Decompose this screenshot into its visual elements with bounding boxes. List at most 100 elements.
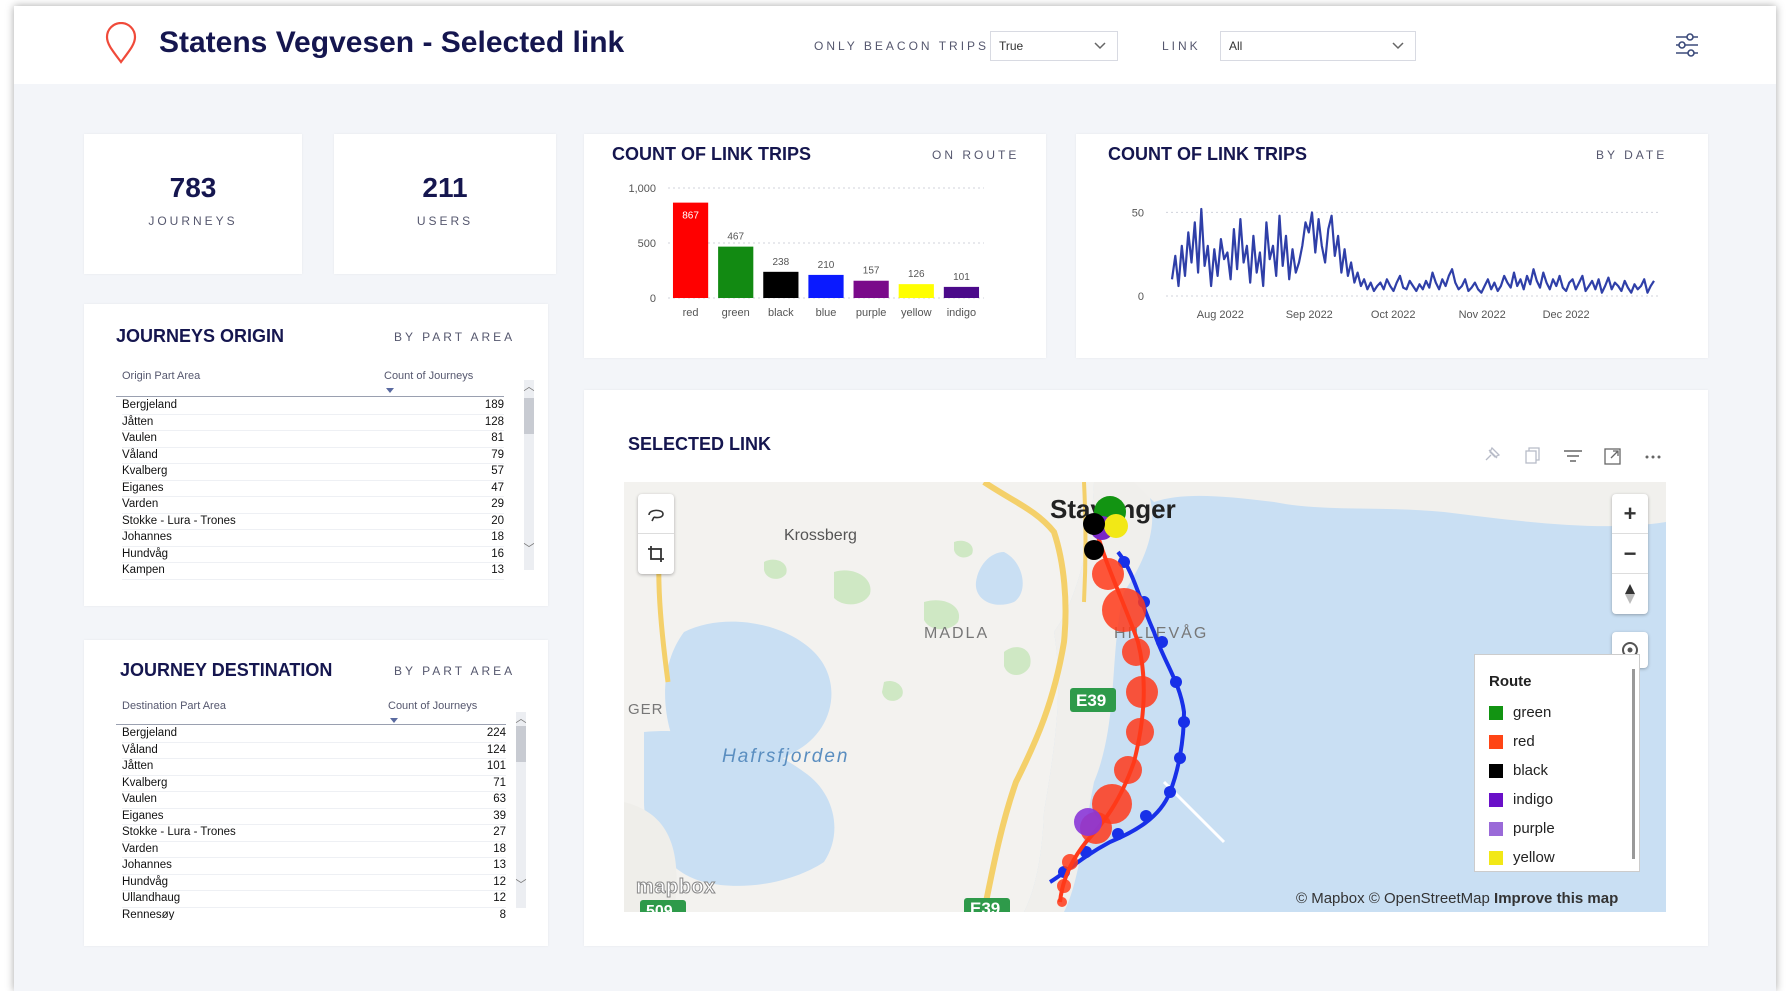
sliders-icon[interactable] [1674, 32, 1700, 58]
pin-icon[interactable] [1480, 446, 1502, 466]
data-label: 157 [863, 266, 880, 277]
y-tick-label: 50 [1132, 207, 1144, 219]
beacon-trips-select[interactable]: True [990, 31, 1118, 61]
more-options-icon[interactable] [1642, 446, 1664, 466]
data-label: 238 [773, 257, 790, 268]
destination-col-area[interactable]: Destination Part Area [122, 700, 226, 712]
road-shield-509: 509 [646, 903, 673, 912]
table-row[interactable]: Bergjeland 189 [122, 398, 504, 415]
zoom-out-button[interactable]: − [1612, 534, 1648, 574]
compass-icon[interactable] [1612, 574, 1648, 614]
table-row[interactable]: Jåtten 101 [122, 759, 506, 776]
table-row[interactable]: Eiganes 47 [122, 481, 504, 497]
legend-swatch [1489, 734, 1503, 749]
table-row[interactable]: Eiganes 39 [122, 809, 506, 825]
sort-desc-icon [390, 718, 398, 723]
bar-green [718, 246, 754, 298]
origin-table-card: JOURNEYS ORIGIN BY PART AREA Origin Part… [84, 304, 548, 606]
improve-map-link[interactable]: Improve this map [1494, 890, 1618, 907]
road-shield-e39: E39 [1076, 691, 1106, 710]
map-legend: Route green red black indigo purple yell… [1474, 654, 1640, 872]
route-chart-title: COUNT OF LINK TRIPS [612, 144, 811, 164]
bar-blue [808, 274, 844, 298]
destination-table-card: JOURNEY DESTINATION BY PART AREA Destina… [84, 640, 548, 946]
origin-table-rows: Bergjeland 189 Jåtten 128 Vaulen 81 Våland 7… [122, 398, 504, 586]
table-row[interactable]: Varden 29 [122, 497, 504, 514]
map-label-hafrsfjorden: Hafrsfjorden [722, 746, 850, 767]
road-shield-e39-lower: E39 [970, 899, 1000, 912]
focus-mode-icon[interactable] [1602, 446, 1624, 466]
legend-item[interactable]: black [1489, 756, 1625, 785]
y-tick-label: 500 [638, 238, 656, 250]
data-label: 467 [727, 232, 744, 243]
table-row[interactable]: Hundvåg 16 [122, 547, 504, 563]
scroll-down-icon[interactable]: ﹀ [515, 876, 527, 892]
link-select[interactable]: All [1220, 31, 1416, 61]
scroll-up-icon[interactable]: ︿ [515, 710, 527, 726]
origin-col-area[interactable]: Origin Part Area [122, 370, 200, 382]
map-attribution: © Mapbox © OpenStreetMap Improve this ma… [1296, 890, 1618, 907]
x-tick-label: green [722, 307, 750, 319]
x-tick-label: red [683, 307, 699, 319]
table-row[interactable]: Stokke - Lura - Trones 27 [122, 825, 506, 842]
legend-item[interactable]: green [1489, 698, 1625, 727]
table-row[interactable]: Kvalberg 57 [122, 464, 504, 481]
table-row[interactable]: Stokke - Lura - Trones 20 [122, 514, 504, 530]
route-chart-card: COUNT OF LINK TRIPS ON ROUTE 1,000 500 0 86… [584, 134, 1046, 358]
destination-col-count[interactable]: Count of Journeys [388, 700, 477, 712]
destination-table-subtitle: BY PART AREA [394, 664, 516, 678]
kpi-journeys-value: 783 [169, 172, 217, 203]
map-title: SELECTED LINK [628, 434, 772, 454]
filter-icon[interactable] [1562, 446, 1584, 466]
date-chart-card: COUNT OF LINK TRIPS BY DATE 50 0 Aug 2022 S… [1076, 134, 1708, 358]
chevron-down-icon [1094, 42, 1106, 50]
table-row[interactable]: Vaulen 63 [122, 792, 506, 809]
legend-item[interactable]: purple [1489, 814, 1625, 843]
legend-swatch [1489, 792, 1503, 807]
table-row[interactable]: Ullandhaug 12 [122, 891, 506, 908]
table-row[interactable]: Hundvåg 12 [122, 875, 506, 891]
zoom-in-button[interactable]: + [1612, 494, 1648, 534]
scroll-up-icon[interactable]: ︿ [523, 378, 535, 394]
legend-item[interactable]: yellow [1489, 843, 1625, 872]
date-line-chart[interactable]: 50 0 Aug 2022 Sep 2022 Oct 2022 Nov 2022 Dec 2… [1076, 164, 1708, 358]
scroll-down-icon[interactable]: ﹀ [523, 540, 535, 556]
table-row[interactable]: Kampen 13 [122, 563, 504, 580]
legend-item[interactable]: red [1489, 727, 1625, 756]
copy-icon[interactable] [1520, 446, 1542, 466]
table-row[interactable]: Våland 79 [122, 448, 504, 464]
attribution-text[interactable]: © Mapbox © OpenStreetMap [1296, 890, 1490, 907]
origin-scroll-thumb[interactable] [524, 398, 534, 434]
origin-col-count[interactable]: Count of Journeys [384, 370, 473, 382]
legend-swatch [1489, 763, 1503, 778]
legend-item[interactable]: indigo [1489, 785, 1625, 814]
lasso-select-icon[interactable] [638, 494, 674, 534]
header-bar: Statens Vegvesen - Selected link ONLY BE… [14, 6, 1776, 84]
x-tick-label: Sep 2022 [1286, 309, 1333, 321]
table-row[interactable]: Våland 124 [122, 743, 506, 759]
table-row[interactable]: Kvalberg 71 [122, 776, 506, 792]
table-row[interactable]: Jåtten 128 [122, 415, 504, 431]
data-label: 867 [682, 211, 699, 222]
destination-scroll-thumb[interactable] [516, 726, 526, 762]
table-row[interactable]: Johannes 13 [122, 858, 506, 875]
table-row[interactable]: Bergjeland 224 [122, 726, 506, 743]
table-row[interactable]: Varden 18 [122, 842, 506, 858]
y-tick-label: 1,000 [628, 183, 656, 195]
destination-table-title: JOURNEY DESTINATION [120, 660, 333, 680]
table-row[interactable]: Vaulen 81 [122, 431, 504, 448]
x-tick-label: indigo [947, 307, 976, 319]
table-row[interactable]: Rennesøy 8 [122, 908, 506, 921]
legend-scrollbar[interactable] [1632, 669, 1635, 859]
table-row[interactable]: Johannes 18 [122, 530, 504, 547]
filter-label-beacon: ONLY BEACON TRIPS [814, 39, 990, 53]
data-label: 126 [908, 269, 925, 280]
rect-select-icon[interactable] [638, 534, 674, 574]
kpi-users-label: USERS [416, 214, 474, 228]
origin-table-title: JOURNEYS ORIGIN [116, 326, 285, 346]
x-tick-label: Aug 2022 [1197, 309, 1244, 321]
series-line [1170, 207, 1655, 294]
x-tick-label: Dec 2022 [1543, 309, 1590, 321]
route-bar-chart[interactable]: 1,000 500 0 867 red 467 green 238 black 210 blue 15… [584, 164, 1046, 358]
origin-table-subtitle: BY PART AREA [394, 330, 516, 344]
